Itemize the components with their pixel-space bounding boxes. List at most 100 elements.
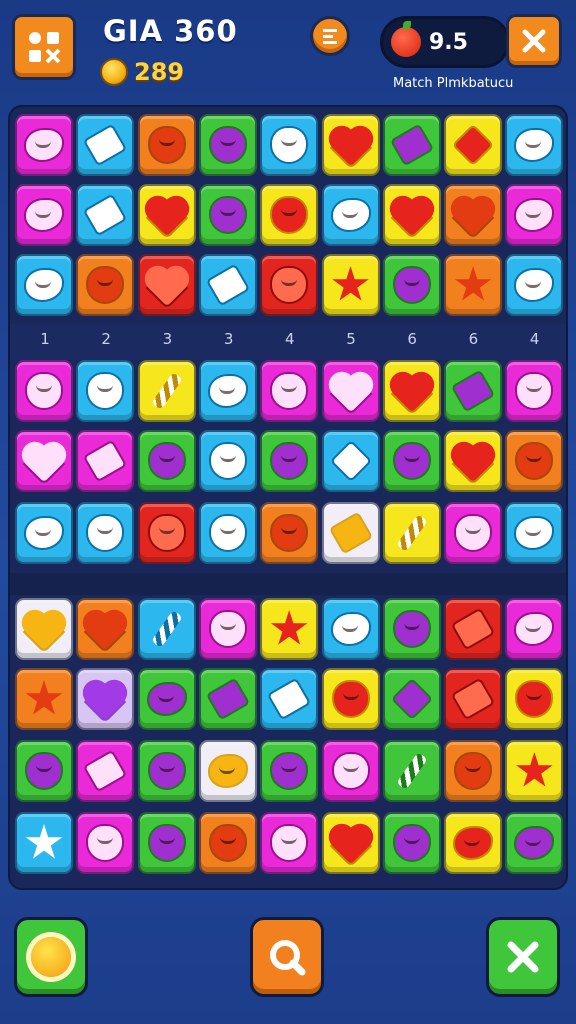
center-menu-button[interactable] <box>310 16 350 56</box>
tile-magenta-heart[interactable] <box>321 360 380 422</box>
tile-green-apple[interactable] <box>382 812 441 874</box>
tile-magenta-blob[interactable] <box>15 184 73 246</box>
tile-cyan-apple[interactable] <box>260 114 319 176</box>
tile-orange-apple[interactable] <box>505 430 564 492</box>
tile-magenta-apple[interactable] <box>321 740 380 802</box>
tile-yellow-apple[interactable] <box>321 668 380 730</box>
tile-lavender-heart[interactable] <box>76 668 135 730</box>
tile-magenta-blob[interactable] <box>505 184 564 246</box>
tile-yellow-stripe[interactable] <box>137 360 196 422</box>
tile-yellow-apple[interactable] <box>505 668 564 730</box>
tile-green-block[interactable] <box>198 668 257 730</box>
tile-cyan-blob[interactable] <box>15 254 73 316</box>
tile-magenta-apple[interactable] <box>260 360 319 422</box>
tile-yellow-heart[interactable] <box>382 184 441 246</box>
tile-orange-heart[interactable] <box>76 598 135 660</box>
tile-yellow-star[interactable] <box>505 740 564 802</box>
tile-green-block[interactable] <box>382 114 441 176</box>
tile-yellow-heart[interactable] <box>321 114 380 176</box>
quit-button[interactable] <box>486 917 560 997</box>
tile-red-block[interactable] <box>444 668 503 730</box>
tile-cyan-blob[interactable] <box>321 598 380 660</box>
tile-red-apple[interactable] <box>137 502 196 564</box>
tile-cyan-apple[interactable] <box>76 360 135 422</box>
tile-magenta-block[interactable] <box>76 430 135 492</box>
tile-yellow-star[interactable] <box>260 598 319 660</box>
tile-magenta-apple[interactable] <box>15 360 73 422</box>
tile-magenta-apple[interactable] <box>444 502 503 564</box>
tile-red-apple[interactable] <box>260 254 319 316</box>
tile-magenta-apple[interactable] <box>76 812 135 874</box>
tile-white-blob[interactable] <box>198 740 257 802</box>
tile-cyan-apple[interactable] <box>198 430 257 492</box>
heart-icon <box>393 375 431 413</box>
tile-green-gem[interactable] <box>382 668 441 730</box>
tile-orange-apple[interactable] <box>444 740 503 802</box>
tile-yellow-heart[interactable] <box>444 430 503 492</box>
tile-green-apple[interactable] <box>137 430 196 492</box>
tile-green-apple[interactable] <box>137 812 196 874</box>
tile-magenta-apple[interactable] <box>198 598 257 660</box>
apple-icon <box>272 516 307 550</box>
tile-cyan-stripe[interactable] <box>137 598 196 660</box>
tile-green-apple[interactable] <box>382 598 441 660</box>
tile-cyan-gem[interactable] <box>321 430 380 492</box>
tile-white-heart[interactable] <box>15 598 73 660</box>
tile-yellow-heart[interactable] <box>382 360 441 422</box>
tile-magenta-blob[interactable] <box>15 114 73 176</box>
tile-white-block[interactable] <box>321 502 380 564</box>
tile-yellow-heart[interactable] <box>321 812 380 874</box>
tile-yellow-apple[interactable] <box>260 184 319 246</box>
tile-green-apple[interactable] <box>198 184 257 246</box>
tile-green-apple[interactable] <box>260 740 319 802</box>
grid-menu-icon <box>29 32 61 64</box>
tile-cyan-apple[interactable] <box>198 502 257 564</box>
tile-green-blob[interactable] <box>137 668 196 730</box>
tile-magenta-blob[interactable] <box>505 598 564 660</box>
apple-icon <box>394 826 429 860</box>
tile-orange-apple[interactable] <box>76 254 135 316</box>
tile-cyan-blob[interactable] <box>321 184 380 246</box>
tile-cyan-block[interactable] <box>76 114 135 176</box>
tile-green-apple[interactable] <box>137 740 196 802</box>
tile-cyan-block[interactable] <box>76 184 135 246</box>
tile-yellow-star[interactable] <box>321 254 380 316</box>
tile-yellow-stripe[interactable] <box>382 502 441 564</box>
tile-cyan-blob[interactable] <box>505 254 564 316</box>
tile-orange-apple[interactable] <box>198 812 257 874</box>
tile-yellow-blob[interactable] <box>444 812 503 874</box>
tile-green-apple[interactable] <box>260 430 319 492</box>
tile-cyan-blob[interactable] <box>15 502 73 564</box>
tile-green-apple[interactable] <box>382 254 441 316</box>
tile-orange-apple[interactable] <box>137 114 196 176</box>
tile-yellow-heart[interactable] <box>137 184 196 246</box>
tile-green-apple[interactable] <box>15 740 73 802</box>
tile-red-block[interactable] <box>444 598 503 660</box>
tile-cyan-blob[interactable] <box>198 360 257 422</box>
tile-red-heart[interactable] <box>137 254 196 316</box>
tile-magenta-heart[interactable] <box>15 430 73 492</box>
tile-yellow-gem[interactable] <box>444 114 503 176</box>
menu-button[interactable] <box>12 14 76 80</box>
tile-green-apple[interactable] <box>382 430 441 492</box>
tile-cyan-star[interactable] <box>15 812 73 874</box>
tile-orange-star[interactable] <box>444 254 503 316</box>
tile-cyan-blob[interactable] <box>505 114 564 176</box>
tile-green-stripe[interactable] <box>382 740 441 802</box>
tile-magenta-block[interactable] <box>76 740 135 802</box>
tile-cyan-blob[interactable] <box>505 502 564 564</box>
search-button[interactable] <box>250 917 324 997</box>
close-button[interactable] <box>506 14 562 68</box>
tile-green-apple[interactable] <box>198 114 257 176</box>
tile-magenta-apple[interactable] <box>505 360 564 422</box>
tile-green-blob[interactable] <box>505 812 564 874</box>
tile-cyan-block[interactable] <box>198 254 257 316</box>
boost-button[interactable] <box>14 917 88 997</box>
tile-orange-star[interactable] <box>15 668 73 730</box>
tile-green-block[interactable] <box>444 360 503 422</box>
tile-orange-apple[interactable] <box>260 502 319 564</box>
tile-cyan-block[interactable] <box>260 668 319 730</box>
tile-cyan-apple[interactable] <box>76 502 135 564</box>
tile-orange-heart[interactable] <box>444 184 503 246</box>
tile-magenta-apple[interactable] <box>260 812 319 874</box>
